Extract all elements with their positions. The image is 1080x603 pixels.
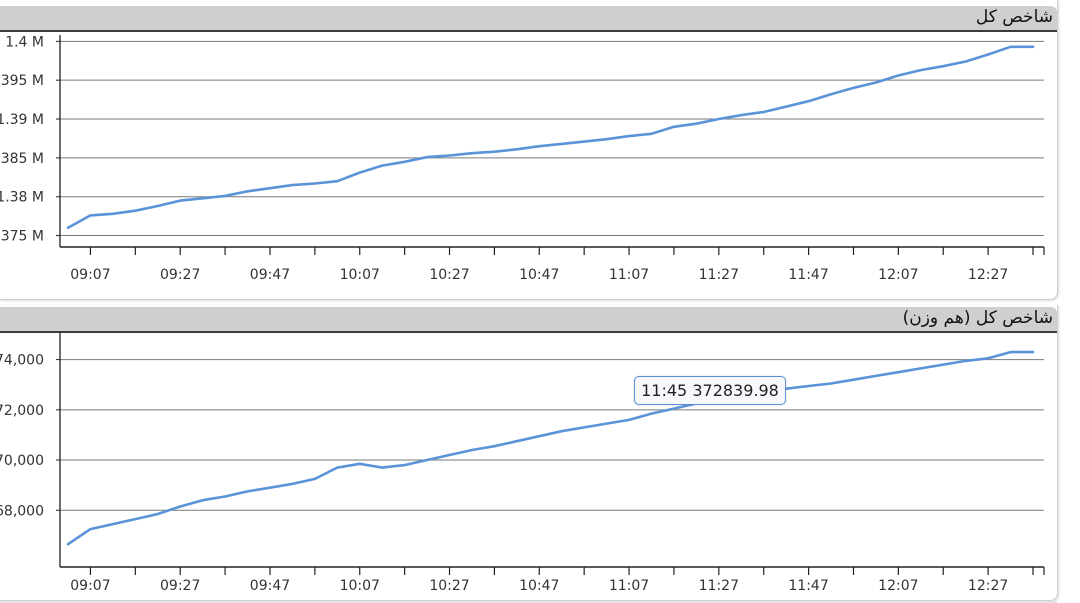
series-line[interactable]: [66, 45, 1035, 230]
tooltip-time: 11:45: [641, 381, 688, 400]
x-tick-label: 10:27: [429, 267, 469, 283]
x-tick-label: 11:07: [609, 578, 649, 594]
y-tick-label: 375 M: [1, 229, 44, 245]
chart-tooltip: 11:45 372839.98: [634, 376, 786, 405]
tooltip-value: 372839.98: [692, 381, 779, 400]
chart-panel-2: شاخص کل (هم وزن) 74,00072,00070,00068,00…: [0, 305, 1058, 601]
x-tick-label: 09:27: [160, 578, 200, 594]
y-tick-label: 72,000: [0, 403, 44, 419]
x-tick-label: 12:07: [878, 267, 918, 283]
x-tick-label: 10:47: [519, 578, 559, 594]
line-chart-equal-weight-index[interactable]: 74,000 72,000 70,000 68,000 09:07 09:27 09:47 1…: [0, 305, 1057, 600]
x-tick-label: 11:27: [699, 578, 739, 594]
x-tick-label: 11:47: [788, 578, 828, 594]
x-tick-label: 10:47: [519, 267, 559, 283]
x-tick-label: 11:47: [788, 267, 828, 283]
y-tick-label: 395 M: [1, 73, 44, 89]
y-tick-label: 1.38 M: [0, 190, 44, 206]
x-tick-label: 10:07: [340, 267, 380, 283]
y-tick-label: 1.4 M: [5, 34, 44, 50]
x-tick-label: 09:47: [250, 267, 290, 283]
x-tick-label: 11:07: [609, 267, 649, 283]
x-tick-label: 12:07: [878, 578, 918, 594]
x-tick-label: 09:47: [250, 578, 290, 594]
series-line[interactable]: [66, 350, 1035, 546]
y-tick-label: 68,000: [0, 503, 44, 519]
x-tick-label: 09:27: [160, 267, 200, 283]
x-tick-label: 10:27: [429, 578, 469, 594]
x-tick-label: 09:07: [70, 578, 110, 594]
x-tick-label: 09:07: [70, 267, 110, 283]
y-tick-label: 70,000: [0, 453, 44, 469]
y-tick-label: 74,000: [0, 353, 44, 369]
x-tick-label: 10:07: [340, 578, 380, 594]
x-tick-label: 12:27: [968, 267, 1008, 283]
x-tick-label: 11:27: [699, 267, 739, 283]
y-tick-label: 1.39 M: [0, 112, 44, 128]
x-tick-label: 12:27: [968, 578, 1008, 594]
line-chart-total-index[interactable]: 1.4 M 395 M 1.39 M 385 M 1.38 M 375 M 09:07 09:…: [0, 0, 1057, 299]
y-tick-label: 385 M: [1, 151, 44, 167]
chart-panel-1: شاخص کل 1.4 M 395 M 1.39 M 385 M 1.38 M 375 M…: [0, 0, 1058, 300]
